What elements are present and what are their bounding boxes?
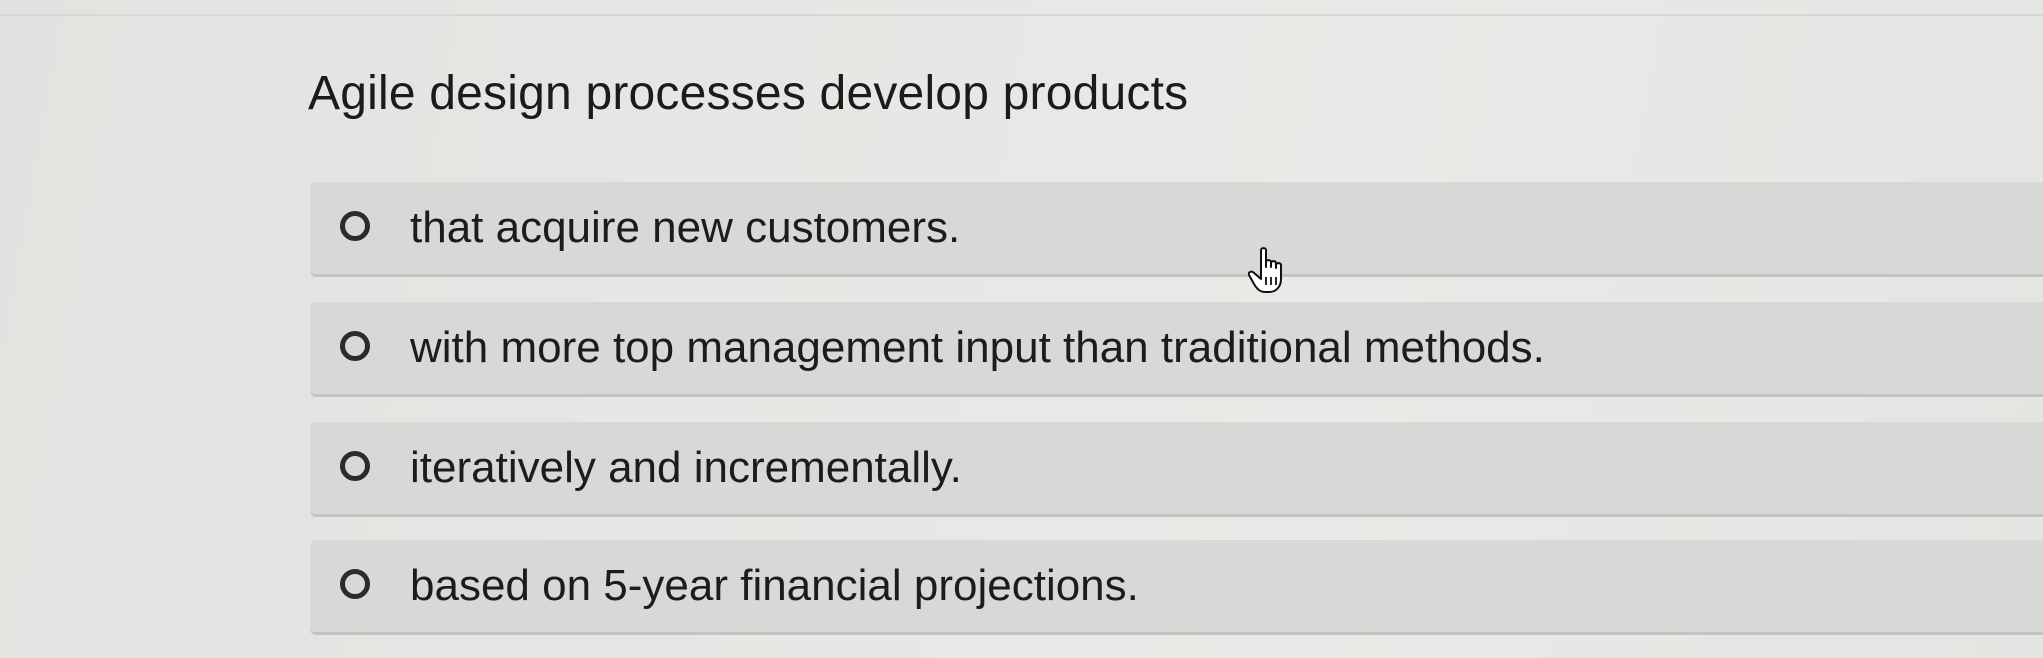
- radio-button-icon[interactable]: [340, 451, 370, 481]
- answer-option-4[interactable]: based on 5-year financial projections.: [310, 540, 2043, 635]
- answer-option-2[interactable]: with more top management input than trad…: [310, 302, 2043, 397]
- answer-option-label: with more top management input than trad…: [410, 323, 1545, 372]
- answer-option-3[interactable]: iteratively and incrementally.: [310, 422, 2043, 517]
- radio-button-icon[interactable]: [340, 331, 370, 361]
- answer-option-1[interactable]: that acquire new customers.: [310, 182, 2043, 277]
- radio-button-icon[interactable]: [340, 211, 370, 241]
- radio-button-icon[interactable]: [340, 569, 370, 599]
- answer-option-label: iteratively and incrementally.: [410, 443, 962, 492]
- top-divider: [0, 14, 2043, 16]
- answer-option-label: that acquire new customers.: [410, 203, 961, 252]
- question-text: Agile design processes develop products: [308, 67, 1189, 120]
- answer-option-label: based on 5-year financial projections.: [410, 561, 1139, 610]
